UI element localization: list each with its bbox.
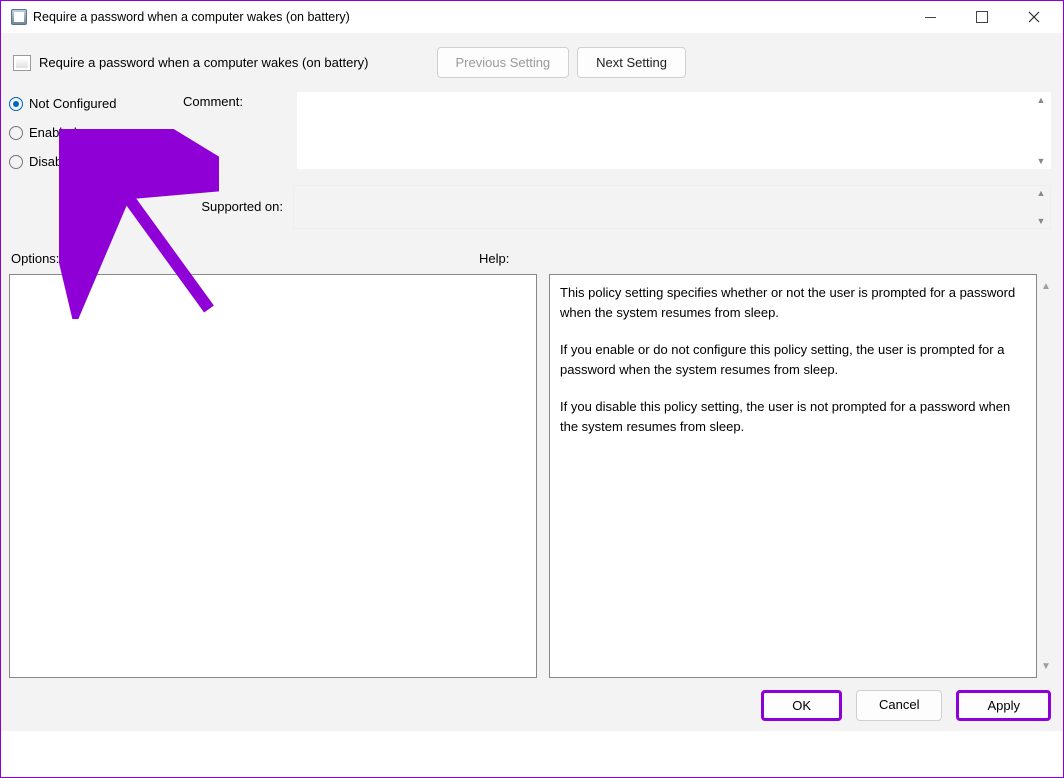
apply-button[interactable]: Apply bbox=[956, 690, 1051, 721]
radio-icon bbox=[9, 126, 23, 140]
cancel-button[interactable]: Cancel bbox=[856, 690, 942, 721]
help-scrollbar[interactable]: ▲ ▼ bbox=[1037, 274, 1055, 678]
policy-icon bbox=[13, 55, 31, 71]
minimize-button[interactable] bbox=[907, 1, 953, 33]
chevron-down-icon[interactable]: ▼ bbox=[1033, 214, 1049, 228]
comment-spinner[interactable]: ▲ ▼ bbox=[1033, 93, 1049, 168]
options-label: Options: bbox=[11, 251, 479, 266]
supported-on-textbox: ▲ ▼ bbox=[293, 185, 1051, 229]
radio-label: Disabled bbox=[29, 154, 80, 169]
chevron-down-icon[interactable]: ▼ bbox=[1033, 154, 1049, 168]
ok-button[interactable]: OK bbox=[761, 690, 842, 721]
policy-title: Require a password when a computer wakes… bbox=[39, 55, 369, 70]
radio-icon bbox=[9, 97, 23, 111]
state-radio-group: Not Configured Enabled Disabled bbox=[9, 92, 179, 169]
titlebar[interactable]: Require a password when a computer wakes… bbox=[1, 1, 1063, 33]
help-label: Help: bbox=[479, 251, 509, 266]
radio-disabled[interactable]: Disabled bbox=[9, 154, 179, 169]
help-panel: This policy setting specifies whether or… bbox=[549, 274, 1037, 678]
help-paragraph: This policy setting specifies whether or… bbox=[560, 283, 1026, 322]
radio-label: Enabled bbox=[29, 125, 77, 140]
radio-enabled[interactable]: Enabled bbox=[9, 125, 179, 140]
app-icon bbox=[11, 9, 27, 25]
group-policy-dialog: Require a password when a computer wakes… bbox=[0, 0, 1064, 778]
radio-icon bbox=[9, 155, 23, 169]
supported-spinner[interactable]: ▲ ▼ bbox=[1033, 186, 1049, 228]
radio-label: Not Configured bbox=[29, 96, 116, 111]
button-bar: OK Cancel Apply bbox=[1, 686, 1063, 731]
close-button[interactable] bbox=[1011, 1, 1057, 33]
chevron-up-icon[interactable]: ▲ bbox=[1033, 186, 1049, 200]
config-section: Not Configured Enabled Disabled Comment:… bbox=[1, 84, 1063, 229]
next-setting-button[interactable]: Next Setting bbox=[577, 47, 686, 78]
help-paragraph: If you enable or do not configure this p… bbox=[560, 340, 1026, 379]
options-panel bbox=[9, 274, 537, 678]
maximize-button[interactable] bbox=[959, 1, 1005, 33]
panels: This policy setting specifies whether or… bbox=[1, 266, 1063, 686]
oh-labels: Options: Help: bbox=[1, 229, 1063, 266]
policy-header: Require a password when a computer wakes… bbox=[1, 33, 1063, 84]
supported-on-label: Supported on: bbox=[183, 185, 293, 229]
chevron-up-icon[interactable]: ▲ bbox=[1038, 278, 1054, 294]
previous-setting-button: Previous Setting bbox=[437, 47, 570, 78]
comment-label: Comment: bbox=[183, 92, 293, 169]
help-paragraph: If you disable this policy setting, the … bbox=[560, 397, 1026, 436]
chevron-down-icon[interactable]: ▼ bbox=[1038, 658, 1054, 674]
chevron-up-icon[interactable]: ▲ bbox=[1033, 93, 1049, 107]
comment-textbox[interactable]: ▲ ▼ bbox=[297, 92, 1051, 169]
window-title: Require a password when a computer wakes… bbox=[33, 10, 350, 24]
radio-not-configured[interactable]: Not Configured bbox=[9, 96, 179, 111]
